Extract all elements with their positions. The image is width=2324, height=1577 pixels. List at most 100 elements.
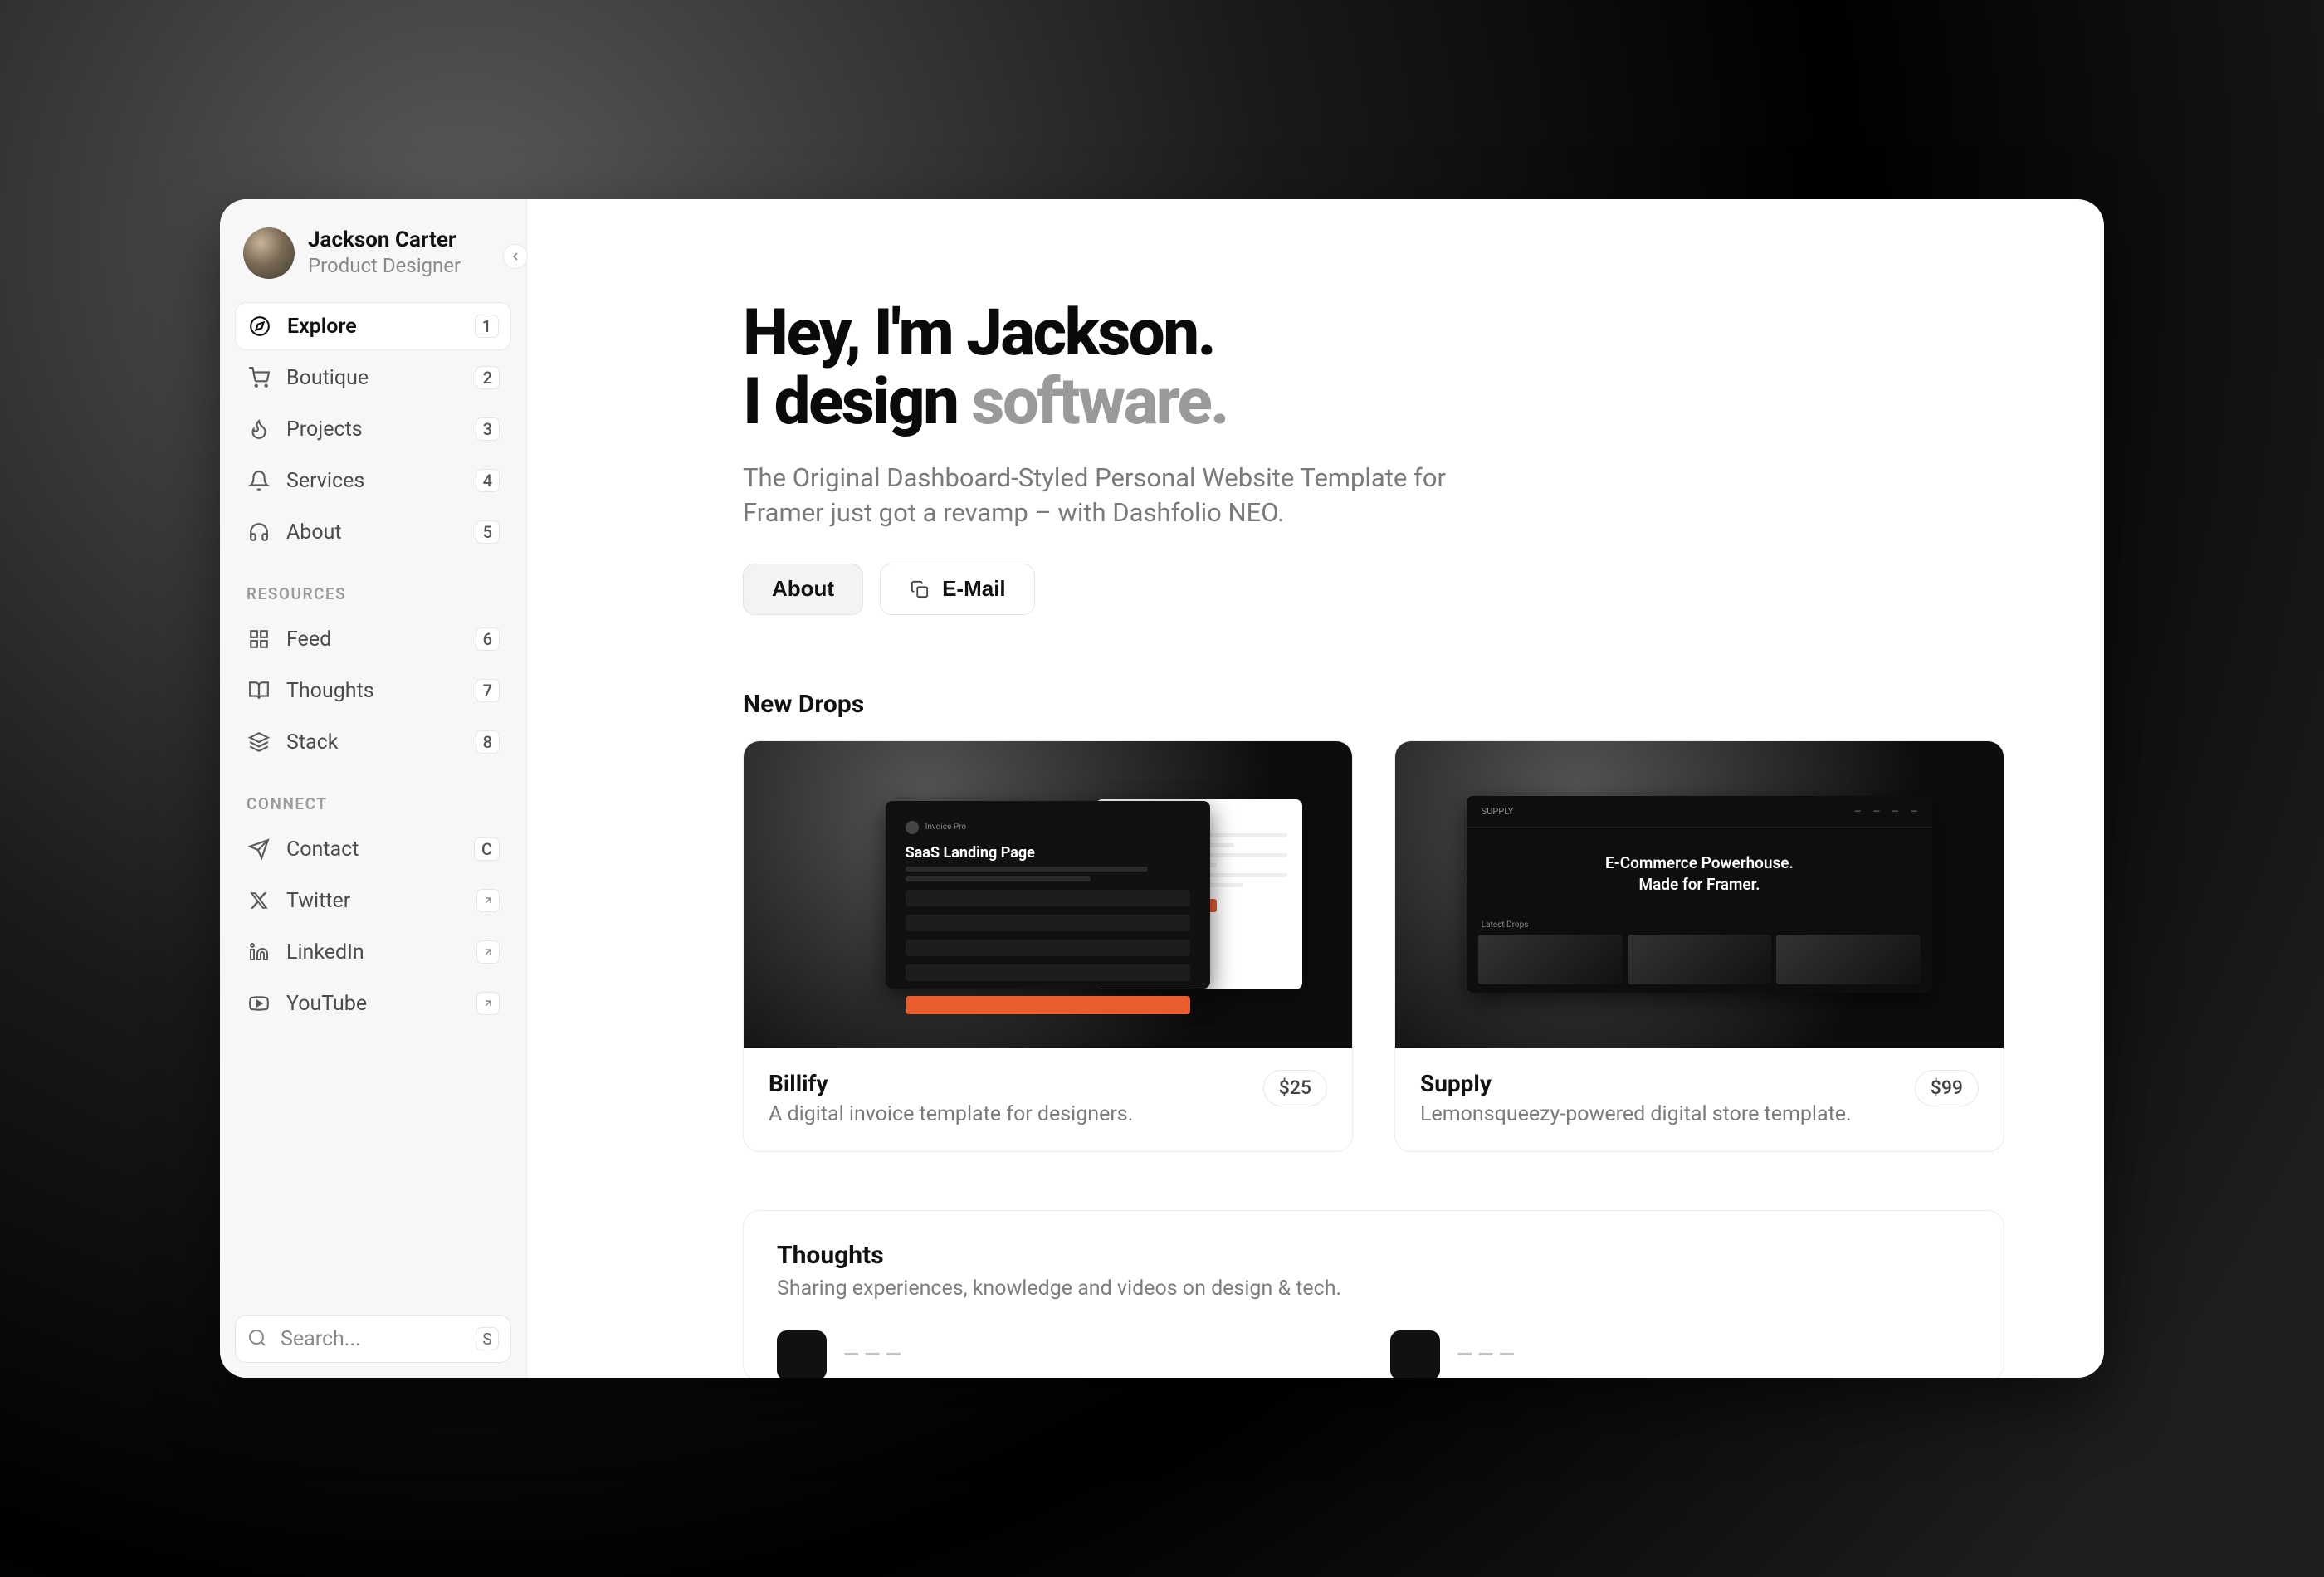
mock-store-label: Latest Drops: [1467, 920, 1933, 935]
hero-line2a: I design: [743, 364, 971, 440]
mock-store-hero1: E-Commerce Powerhouse.: [1605, 852, 1794, 874]
drop-price: $25: [1263, 1070, 1327, 1106]
nav-label: Boutique: [286, 366, 461, 390]
connect-heading: CONNECT: [235, 766, 511, 825]
external-link-icon: [476, 940, 500, 964]
nav-label: Feed: [286, 627, 461, 652]
app-window: Jackson Carter Product Designer Explore …: [220, 199, 2104, 1378]
nav-item-boutique[interactable]: Boutique 2: [235, 354, 511, 402]
nav-label: Projects: [286, 417, 461, 442]
hero-title: Hey, I'm Jackson. I design software.: [743, 299, 2004, 437]
compass-icon: [247, 314, 272, 339]
nav-item-feed[interactable]: Feed 6: [235, 615, 511, 663]
hero-subtitle: The Original Dashboard-Styled Personal W…: [743, 461, 1448, 530]
nav-resources: Feed 6 Thoughts 7 Stack 8: [235, 615, 511, 766]
search-shortcut: S: [476, 1327, 499, 1350]
main-content: Hey, I'm Jackson. I design software. The…: [527, 199, 2104, 1378]
thoughts-sub: Sharing experiences, knowledge and video…: [777, 1277, 1970, 1301]
external-link-icon: [476, 889, 500, 912]
thoughts-heading: Thoughts: [777, 1241, 1970, 1270]
drop-title: Billify: [769, 1070, 1247, 1097]
nav-label: About: [286, 520, 461, 544]
drop-preview: Landing Page Invoice Pro SaaS Landing Pa…: [744, 741, 1352, 1048]
thought-title: — — —: [843, 1343, 901, 1367]
thoughts-section: Thoughts Sharing experiences, knowledge …: [743, 1210, 2004, 1378]
drop-title: Supply: [1420, 1070, 1898, 1097]
avatar: [243, 227, 295, 279]
nav-badge: 1: [475, 315, 499, 338]
bell-icon: [247, 468, 271, 493]
external-link-icon: [476, 992, 500, 1015]
drop-preview: SUPPLY ———— E-Commerce Powerhouse. Made …: [1395, 741, 2004, 1048]
mock-dark-panel: Invoice Pro SaaS Landing Page: [886, 801, 1211, 989]
about-button-label: About: [772, 576, 834, 602]
nav-label: YouTube: [286, 992, 461, 1016]
search-icon: [247, 1328, 269, 1350]
nav-badge: 3: [476, 417, 500, 441]
about-button[interactable]: About: [743, 564, 863, 615]
drop-meta: Supply Lemonsqueezy-powered digital stor…: [1395, 1048, 2004, 1151]
thought-item[interactable]: — — —: [777, 1330, 1357, 1378]
nav-badge: 8: [476, 730, 500, 754]
drop-desc: A digital invoice template for designers…: [769, 1102, 1247, 1126]
nav-item-stack[interactable]: Stack 8: [235, 718, 511, 766]
drops-grid: Landing Page Invoice Pro SaaS Landing Pa…: [743, 740, 2004, 1152]
nav-badge: 4: [476, 469, 500, 492]
mock-dark-title: SaaS Landing Page: [906, 844, 1191, 862]
nav-shortcut: C: [474, 837, 500, 861]
nav-item-services[interactable]: Services 4: [235, 456, 511, 505]
nav-item-twitter[interactable]: Twitter: [235, 876, 511, 925]
hero-actions: About E-Mail: [743, 564, 2004, 615]
hero-line1: Hey, I'm Jackson.: [743, 295, 1214, 371]
nav-badge: 5: [476, 520, 500, 544]
resources-heading: RESOURCES: [235, 556, 511, 615]
nav-connect: Contact C Twitter LinkedIn: [235, 825, 511, 1028]
send-icon: [247, 837, 271, 862]
thought-thumb: [777, 1330, 827, 1378]
headset-icon: [247, 520, 271, 544]
new-drops-heading: New Drops: [743, 690, 2004, 719]
cart-icon: [247, 365, 271, 390]
drop-desc: Lemonsqueezy-powered digital store templ…: [1420, 1102, 1898, 1126]
nav-item-linkedin[interactable]: LinkedIn: [235, 928, 511, 976]
nav-item-explore[interactable]: Explore 1: [235, 302, 511, 350]
mock-store-panel: SUPPLY ———— E-Commerce Powerhouse. Made …: [1467, 796, 1933, 994]
nav-item-youtube[interactable]: YouTube: [235, 979, 511, 1028]
layers-icon: [247, 730, 271, 754]
nav-item-projects[interactable]: Projects 3: [235, 405, 511, 453]
profile-block[interactable]: Jackson Carter Product Designer: [235, 227, 511, 302]
drop-price: $99: [1915, 1070, 1979, 1106]
drop-card-billify[interactable]: Landing Page Invoice Pro SaaS Landing Pa…: [743, 740, 1353, 1152]
thought-thumb: [1390, 1330, 1440, 1378]
nav-item-about[interactable]: About 5: [235, 508, 511, 556]
drop-card-supply[interactable]: SUPPLY ———— E-Commerce Powerhouse. Made …: [1394, 740, 2004, 1152]
nav-badge: 7: [476, 679, 500, 702]
sidebar: Jackson Carter Product Designer Explore …: [220, 199, 527, 1378]
email-button-label: E-Mail: [942, 576, 1006, 602]
nav-label: Stack: [286, 730, 461, 754]
nav-item-contact[interactable]: Contact C: [235, 825, 511, 873]
email-button[interactable]: E-Mail: [880, 564, 1035, 615]
drop-meta: Billify A digital invoice template for d…: [744, 1048, 1352, 1151]
mock-store-brand: SUPPLY: [1482, 806, 1514, 817]
nav-badge: 2: [476, 366, 500, 389]
nav-label: LinkedIn: [286, 940, 461, 964]
collapse-sidebar-button[interactable]: [503, 244, 528, 269]
search-input[interactable]: Search... S: [235, 1315, 511, 1363]
nav-label: Twitter: [286, 889, 461, 913]
linkedin-icon: [247, 940, 271, 964]
chevron-left-icon: [509, 250, 522, 263]
thought-item[interactable]: — — —: [1390, 1330, 1970, 1378]
nav-badge: 6: [476, 627, 500, 651]
nav-item-thoughts[interactable]: Thoughts 7: [235, 666, 511, 715]
book-icon: [247, 678, 271, 703]
profile-name: Jackson Carter: [308, 227, 461, 253]
copy-icon: [909, 579, 930, 600]
hero-line2b: software.: [971, 364, 1228, 440]
nav-label: Explore: [287, 315, 460, 339]
nav-label: Contact: [286, 837, 459, 862]
thought-title: — — —: [1457, 1343, 1515, 1367]
search-placeholder: Search...: [281, 1327, 464, 1351]
flame-icon: [247, 417, 271, 442]
mock-store-hero2: Made for Framer.: [1638, 874, 1760, 896]
